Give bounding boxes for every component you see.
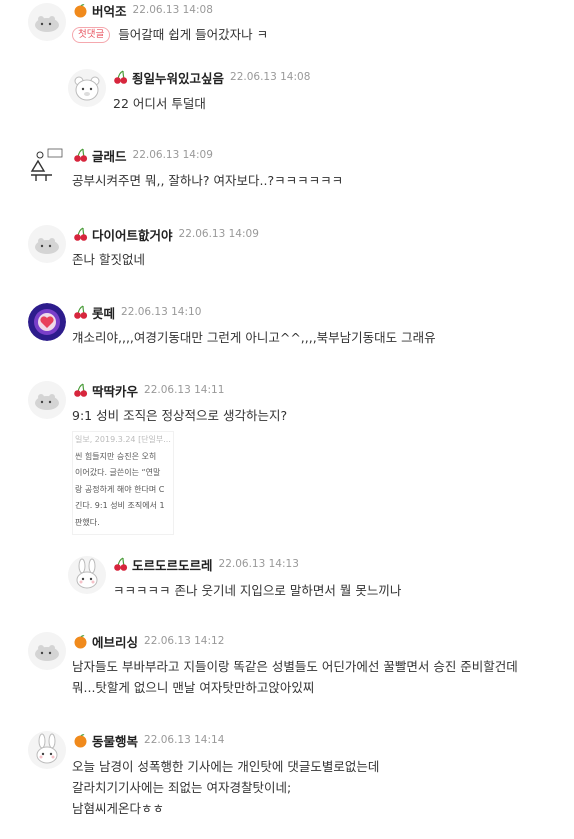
comment-text: 22 어디서 투덜대 [113, 96, 206, 111]
cherry-level-icon [113, 556, 128, 572]
attachment-text-line: 랑 공정하게 해야 한다며 C [75, 484, 165, 494]
comment-text-line: 남자들도 부바부라고 지들이랑 똑같은 성별들도 어딘가에선 꿀빨면서 승진 준… [72, 659, 518, 674]
comment-time: 22.06.13 14:10 [121, 306, 202, 318]
comment-nickname[interactable]: 버억조 [92, 1, 127, 20]
comment-nickname[interactable]: 딱딱카우 [92, 381, 138, 400]
avatar[interactable] [28, 303, 66, 341]
comment-text: 들어갈때 쉽게 들어갔자나 ㅋ [118, 27, 269, 42]
comment-text-line: 갈라치기기사에는 죄없는 여자경찰탓이네; [72, 780, 292, 795]
comment-nickname[interactable]: 에브리싱 [92, 632, 138, 651]
avatar[interactable] [28, 225, 66, 263]
cherry-level-icon [73, 226, 88, 242]
comment-time: 22.06.13 14:08 [230, 71, 311, 83]
cherry-level-icon [73, 304, 88, 320]
orange-level-icon [73, 634, 88, 649]
avatar[interactable] [28, 145, 66, 183]
comment-time: 22.06.13 14:14 [144, 734, 225, 746]
comment-text: 공부시켜주면 뭐,, 잘하나? 여자보다..?ㅋㅋㅋㅋㅋㅋ [72, 173, 344, 188]
attachment-text-line: 이어갔다. 글쓴이는 “연말 [75, 468, 161, 477]
comment-time: 22.06.13 14:09 [132, 149, 213, 161]
comment-text-line: 오늘 남경이 성폭행한 기사에는 개인탓에 댓글도별로없는데 [72, 759, 380, 774]
comment-nickname[interactable]: 죙일누워있고싶음 [132, 68, 224, 87]
first-comment-badge: 첫댓글 [72, 27, 111, 43]
attachment-text-line: 일보, 2019.3.24 [단일부... [75, 435, 171, 444]
attached-image[interactable]: 일보, 2019.3.24 [단일부... 씬 힘들지만 승진은 오히 이어갔다… [72, 431, 174, 535]
orange-level-icon [73, 3, 88, 18]
avatar[interactable] [28, 3, 66, 41]
cherry-level-icon [113, 69, 128, 85]
comment-nickname[interactable]: 도르도르도르레 [132, 555, 213, 574]
comment-nickname[interactable]: 글래드 [92, 146, 127, 165]
cherry-level-icon [73, 147, 88, 163]
avatar[interactable] [28, 731, 66, 769]
cherry-level-icon [73, 382, 88, 398]
comment-text: ㅋㅋㅋㅋㅋ 존나 웃기네 지입으로 말하면서 뭘 못느끼나 [113, 583, 402, 598]
comment-time: 22.06.13 14:09 [178, 228, 259, 240]
comment-time: 22.06.13 14:08 [132, 4, 213, 16]
comment-text-line: 남혐씨게온다ㅎㅎ [72, 801, 165, 816]
comment-text: 존나 할짓없네 [72, 252, 145, 267]
comment-nickname[interactable]: 다이어트핪거야 [92, 225, 173, 244]
comment-time: 22.06.13 14:13 [218, 558, 299, 570]
attachment-text-line: 씬 힘들지만 승진은 오히 [75, 451, 157, 461]
comment-text-line: 뭐...탓할게 없으니 맨날 여자탓만하고앉아있찌 [72, 680, 315, 695]
avatar[interactable] [28, 632, 66, 670]
avatar[interactable] [28, 381, 66, 419]
orange-level-icon [73, 733, 88, 748]
attachment-text-line: 판했다. [75, 517, 100, 527]
comment-nickname[interactable]: 동물행복 [92, 731, 138, 750]
avatar[interactable] [68, 556, 106, 594]
attachment-text-line: 긴다. 9:1 성비 조직에서 1 [75, 501, 165, 510]
comment-time: 22.06.13 14:11 [144, 384, 225, 396]
comment-text: 걔소리야,,,,여경기동대만 그런게 아니고^^,,,,북부남기동대도 그래유 [72, 330, 436, 345]
avatar[interactable] [68, 69, 106, 107]
comment-text: 9:1 성비 조직은 정상적으로 생각하는지? [72, 408, 288, 423]
comment-time: 22.06.13 14:12 [144, 635, 225, 647]
comment-nickname[interactable]: 롯떼 [92, 303, 115, 322]
